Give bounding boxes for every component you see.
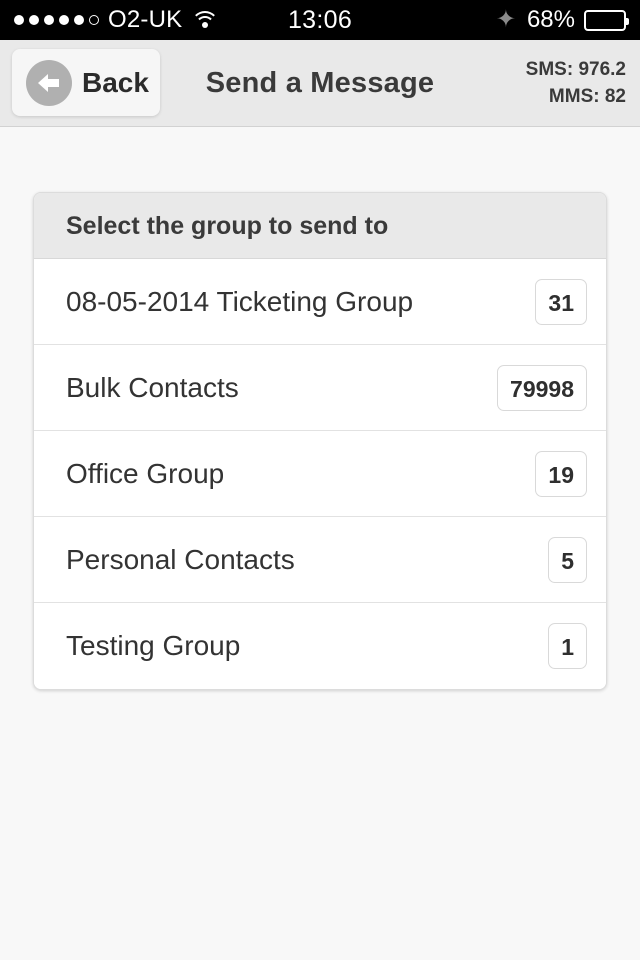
group-name: Testing Group — [66, 630, 241, 661]
wifi-icon — [191, 10, 220, 30]
signal-strength-icon — [14, 15, 99, 25]
group-count-badge: 1 — [548, 623, 587, 669]
battery-percent-label: 68% — [526, 6, 575, 33]
signal-dot — [59, 15, 69, 25]
signal-dot — [29, 15, 39, 25]
group-row[interactable]: Office Group 19 — [34, 431, 606, 517]
status-bar: O2-UK 13:06 ✦ 68% — [0, 0, 640, 40]
battery-icon — [584, 9, 629, 31]
group-name: Personal Contacts — [66, 543, 295, 575]
group-list: 08-05-2014 Ticketing Group 31 Bulk Contact… — [34, 259, 606, 689]
group-count-badge: 79998 — [497, 364, 587, 411]
carrier-label: O2-UK — [108, 6, 183, 33]
group-row[interactable]: 08-05-2014 Ticketing Group 31 — [34, 259, 606, 345]
signal-dot — [14, 15, 24, 25]
group-count-badge: 31 — [535, 278, 587, 325]
signal-dot-empty — [89, 15, 99, 25]
status-bar-right: ✦ 68% — [495, 6, 629, 34]
group-name: Bulk Contacts — [66, 371, 239, 403]
status-bar-left: O2-UK — [14, 6, 220, 34]
group-name: 08-05-2014 Ticketing Group — [66, 285, 414, 317]
group-row[interactable]: Personal Contacts 5 — [34, 517, 606, 603]
group-count-badge: 19 — [535, 450, 587, 497]
group-count-badge: 5 — [548, 536, 587, 583]
bluetooth-icon: ✦ — [495, 6, 516, 33]
group-name: Office Group — [66, 457, 225, 489]
signal-dot — [74, 15, 84, 25]
group-row[interactable]: Bulk Contacts 79998 — [34, 345, 606, 431]
credit-balance: SMS: 976.2 MMS: 82 — [526, 56, 626, 110]
signal-dot — [44, 15, 54, 25]
mms-credit-label: MMS: 82 — [548, 86, 626, 107]
group-row[interactable]: Testing Group 1 — [34, 603, 606, 689]
group-selection-panel: Select the group to send to 08-05-2014 T… — [33, 192, 607, 690]
app-header: Back Send a Message SMS: 976.2 MMS: 82 — [0, 40, 640, 127]
sms-credit-label: SMS: 976.2 — [525, 59, 626, 80]
panel-header: Select the group to send to — [34, 193, 606, 259]
